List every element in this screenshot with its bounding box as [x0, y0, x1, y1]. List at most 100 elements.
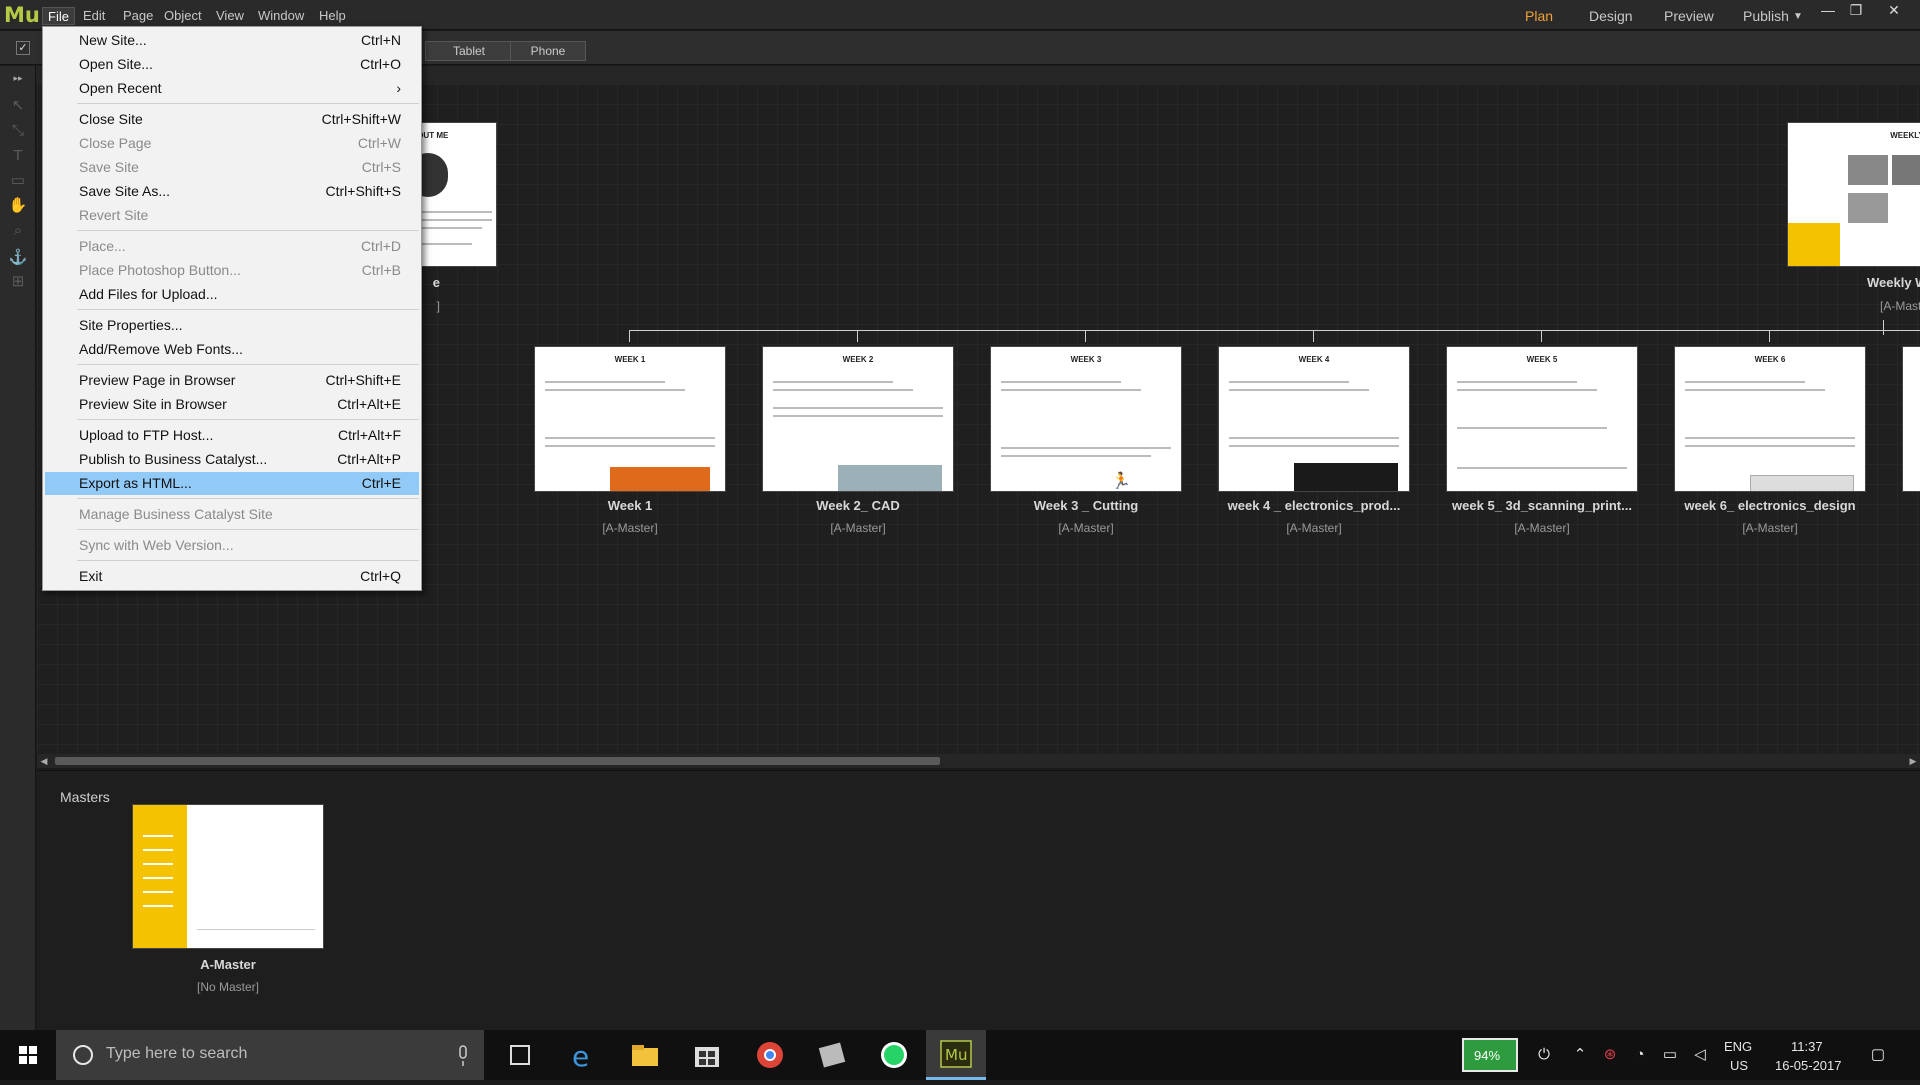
menu-item-revert-site: Revert Site: [79, 207, 149, 223]
menu-item-export-html[interactable]: Export as HTML... Ctrl+E: [45, 472, 419, 495]
selection-tool-icon[interactable]: ↖: [8, 96, 28, 116]
menu-item-close-page: Close Page Ctrl+W: [79, 135, 401, 151]
master-name: A-Master: [200, 957, 256, 972]
wifi-icon[interactable]: ◔: [1628, 1043, 1652, 1067]
chevron-up-icon[interactable]: ⌃: [1568, 1043, 1592, 1067]
tab-design[interactable]: Design: [1589, 8, 1633, 24]
minimize-icon[interactable]: —: [1814, 2, 1842, 22]
page-thumbnail-week-3[interactable]: WEEK 3 🏃: [990, 346, 1182, 492]
menu-file[interactable]: File: [42, 7, 75, 25]
muse-taskbar-icon[interactable]: Mu: [926, 1030, 986, 1080]
menu-item-add-files-upload[interactable]: Add Files for Upload...: [45, 283, 419, 306]
publish-dropdown-icon[interactable]: ▼: [1793, 11, 1803, 22]
menu-item-sync-web: Sync with Web Version...: [79, 537, 234, 553]
tab-preview[interactable]: Preview: [1664, 8, 1714, 24]
masters-panel: Masters A-Master [No Master]: [37, 770, 1920, 1030]
menu-item-preview-site[interactable]: Preview Site in Browser Ctrl+Alt+E: [45, 393, 419, 416]
figure-icon: 🏃: [1111, 473, 1131, 490]
scrollbar-thumb[interactable]: [55, 757, 940, 765]
menu-window[interactable]: Window: [253, 7, 309, 25]
notifications-icon[interactable]: ▢: [1866, 1043, 1890, 1067]
scroll-right-icon[interactable]: ▶: [1906, 754, 1920, 768]
page-thumbnail-week-2[interactable]: WEEK 2: [762, 346, 954, 492]
crop-tool-icon[interactable]: ⤡: [8, 121, 28, 141]
page-master: [A-Master]: [1880, 299, 1920, 313]
clock-date[interactable]: 16-05-2017: [1775, 1058, 1842, 1073]
expand-panel-icon[interactable]: ▸▸: [8, 68, 28, 88]
text-tool-icon[interactable]: T: [8, 146, 28, 166]
menu-item-save-site: Save Site Ctrl+S: [79, 159, 401, 175]
battery-percent: 94%: [1474, 1048, 1501, 1063]
page-thumbnail-partial[interactable]: [1902, 346, 1920, 492]
tab-publish[interactable]: Publish: [1743, 8, 1789, 24]
search-icon: [73, 1045, 93, 1065]
menu-item-save-site-as[interactable]: Save Site As... Ctrl+Shift+S: [45, 180, 419, 203]
menu-item-open-site[interactable]: Open Site... Ctrl+O: [45, 53, 419, 76]
menu-item-new-site[interactable]: New Site... Ctrl+N: [45, 29, 419, 52]
tab-plan[interactable]: Plan: [1525, 8, 1553, 24]
hand-tool-icon[interactable]: ✋: [8, 196, 28, 216]
anchor-tool-icon[interactable]: ⚓: [8, 248, 28, 268]
menu-item-open-recent[interactable]: Open Recent ›: [45, 77, 419, 100]
tablet-button[interactable]: Tablet: [425, 41, 513, 61]
masters-label: Masters: [60, 789, 110, 805]
file-menu-dropdown: New Site... Ctrl+N Open Site... Ctrl+O Ope…: [42, 26, 422, 591]
checkbox-icon[interactable]: ✓: [16, 41, 30, 55]
page-name: week 4 _ electronics_prod...: [1227, 498, 1401, 513]
horizontal-scrollbar[interactable]: ◀ ▶: [37, 754, 1920, 768]
page-thumbnail-week-6[interactable]: WEEK 6: [1674, 346, 1866, 492]
menu-item-place-photoshop-button: Place Photoshop Button... Ctrl+B: [79, 262, 401, 278]
battery-indicator[interactable]: 94%: [1462, 1038, 1518, 1072]
start-button[interactable]: [0, 1030, 56, 1080]
page-master: [A-Master]: [1058, 521, 1114, 535]
taskbar-search[interactable]: Type here to search: [56, 1030, 484, 1080]
language-label[interactable]: ENG: [1724, 1039, 1752, 1054]
page-master: [A-Master]: [602, 521, 658, 535]
zoom-tool-icon[interactable]: ⌕: [8, 221, 28, 241]
region-label[interactable]: US: [1730, 1058, 1748, 1073]
store-icon[interactable]: [677, 1030, 737, 1080]
page-thumbnail-weekly-work[interactable]: WEEKLY: [1787, 122, 1920, 267]
tools-panel: ▸▸ ↖ ⤡ T ▭ ✋ ⌕ ⚓ ⊞: [0, 66, 36, 1030]
menu-page[interactable]: Page: [118, 7, 158, 25]
menu-edit[interactable]: Edit: [78, 7, 110, 25]
submenu-arrow-icon: ›: [396, 80, 401, 96]
restore-icon[interactable]: ❐: [1842, 2, 1870, 22]
volume-icon[interactable]: ◁: [1688, 1043, 1712, 1067]
chrome-icon[interactable]: [740, 1030, 800, 1080]
antivirus-icon[interactable]: ⊛: [1598, 1043, 1622, 1067]
power-plug-icon[interactable]: ⏻: [1532, 1043, 1556, 1067]
close-icon[interactable]: ✕: [1880, 2, 1908, 22]
phone-button[interactable]: Phone: [510, 41, 586, 61]
task-view-icon[interactable]: [490, 1030, 550, 1080]
menu-item-place: Place... Ctrl+D: [79, 238, 401, 254]
menu-view[interactable]: View: [211, 7, 249, 25]
menu-item-manage-bc: Manage Business Catalyst Site: [79, 506, 273, 522]
menu-item-preview-page[interactable]: Preview Page in Browser Ctrl+Shift+E: [45, 369, 419, 392]
page-master: [A-Master]: [1514, 521, 1570, 535]
menu-item-upload-ftp[interactable]: Upload to FTP Host... Ctrl+Alt+F: [45, 424, 419, 447]
microphone-icon: [459, 1045, 467, 1066]
edge-icon[interactable]: e: [554, 1030, 614, 1080]
app-icon[interactable]: [802, 1030, 862, 1080]
master-thumbnail[interactable]: [132, 804, 324, 949]
menu-object[interactable]: Object: [159, 7, 207, 25]
file-explorer-icon[interactable]: [615, 1030, 675, 1080]
menu-item-web-fonts[interactable]: Add/Remove Web Fonts...: [45, 338, 419, 361]
page-thumbnail-week-4[interactable]: WEEK 4: [1218, 346, 1410, 492]
page-thumbnail-week-1[interactable]: WEEK 1: [534, 346, 726, 492]
menu-item-site-properties[interactable]: Site Properties...: [45, 314, 419, 337]
rectangle-tool-icon[interactable]: ▭: [8, 171, 28, 191]
menu-help[interactable]: Help: [314, 7, 351, 25]
page-thumbnail-week-5[interactable]: WEEK 5: [1446, 346, 1638, 492]
battery-icon[interactable]: ▭: [1658, 1043, 1682, 1067]
scroll-left-icon[interactable]: ◀: [37, 754, 51, 768]
clock-time[interactable]: 11:37: [1791, 1039, 1823, 1054]
whatsapp-icon[interactable]: [864, 1030, 924, 1080]
align-tool-icon[interactable]: ⊞: [8, 272, 28, 292]
menu-item-exit[interactable]: Exit Ctrl+Q: [45, 565, 419, 588]
menu-item-publish-bc[interactable]: Publish to Business Catalyst... Ctrl+Alt+…: [45, 448, 419, 471]
menu-item-close-site[interactable]: Close Site Ctrl+Shift+W: [45, 108, 419, 131]
page-name: week 5_ 3d_scanning_print...: [1452, 498, 1632, 513]
page-name: Week 3 _ Cutting: [1033, 498, 1139, 513]
